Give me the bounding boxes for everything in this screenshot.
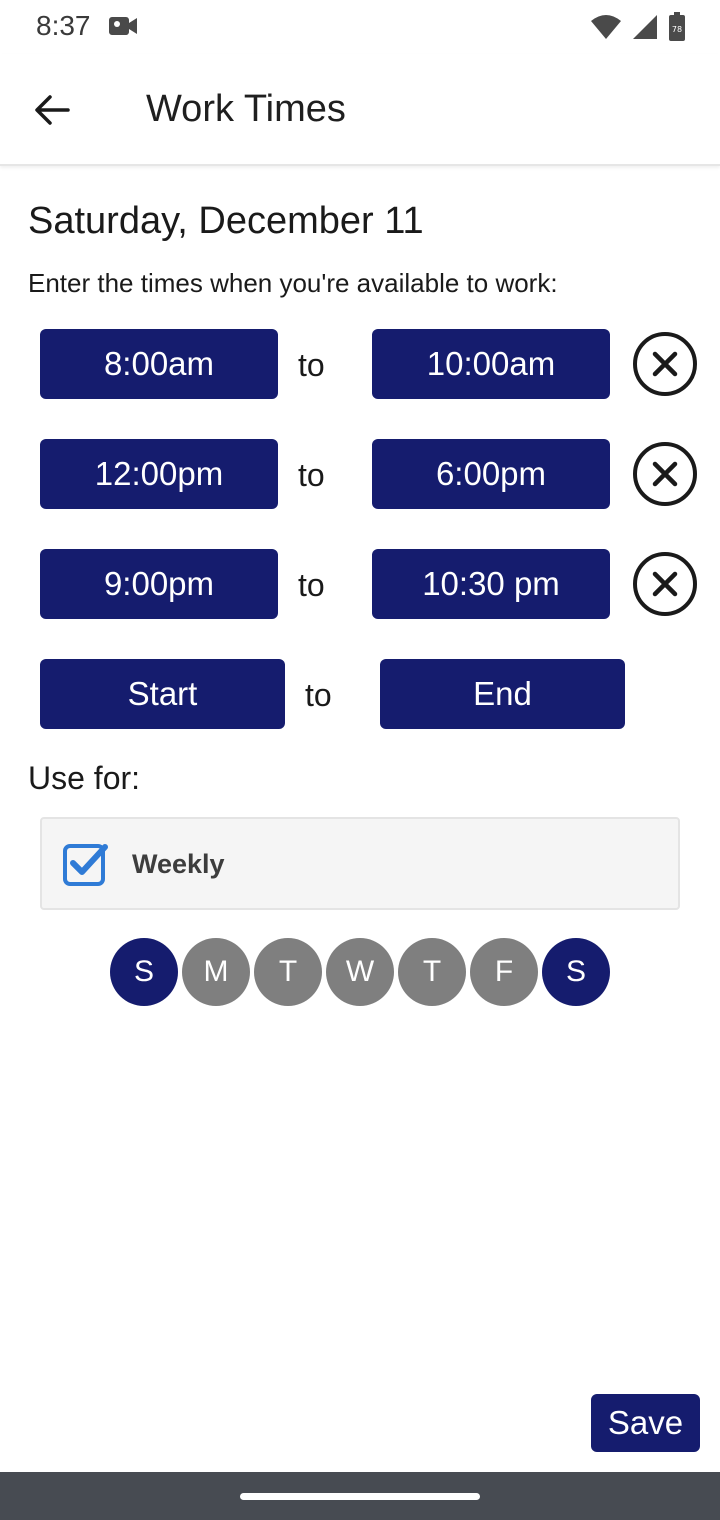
- start-time-button[interactable]: 12:00pm: [40, 439, 278, 509]
- weekly-checkbox[interactable]: [62, 841, 108, 887]
- app-bar: Work Times: [0, 54, 720, 166]
- start-time-button[interactable]: 9:00pm: [40, 549, 278, 619]
- new-range-row: Start to End: [0, 659, 720, 729]
- end-time-button[interactable]: 10:30 pm: [372, 549, 610, 619]
- start-time-button[interactable]: 8:00am: [40, 329, 278, 399]
- instructions-text: Enter the times when you're available to…: [28, 268, 558, 298]
- cell-signal-icon: [632, 14, 658, 45]
- new-end-button[interactable]: End: [380, 659, 625, 729]
- new-start-button[interactable]: Start: [40, 659, 285, 729]
- remove-range-button[interactable]: [632, 441, 698, 507]
- battery-icon: 78: [668, 12, 686, 47]
- day-friday[interactable]: F: [470, 938, 538, 1006]
- end-time-button[interactable]: 6:00pm: [372, 439, 610, 509]
- close-circle-icon: [633, 552, 697, 616]
- weekly-option[interactable]: Weekly: [40, 817, 680, 910]
- day-tuesday[interactable]: T: [254, 938, 322, 1006]
- remove-range-button[interactable]: [632, 551, 698, 617]
- video-camera-icon: [108, 14, 138, 43]
- status-bar: 8:37 78: [0, 0, 720, 54]
- date-heading: Saturday, December 11: [28, 200, 424, 242]
- day-saturday[interactable]: S: [542, 938, 610, 1006]
- to-label: to: [298, 457, 325, 493]
- checkbox-checked-icon: [63, 844, 108, 886]
- day-wednesday[interactable]: W: [326, 938, 394, 1006]
- wifi-icon: [590, 14, 622, 45]
- day-selector: S M T W T F S: [110, 938, 610, 1006]
- to-label: to: [298, 567, 325, 603]
- back-button[interactable]: [26, 84, 78, 136]
- day-thursday[interactable]: T: [398, 938, 466, 1006]
- page-title: Work Times: [146, 88, 346, 130]
- time-range-row: 12:00pm to 6:00pm: [0, 439, 720, 509]
- save-button[interactable]: Save: [591, 1394, 700, 1452]
- status-time: 8:37: [36, 10, 91, 41]
- to-label: to: [305, 677, 332, 713]
- time-range-row: 9:00pm to 10:30 pm: [0, 549, 720, 619]
- weekly-label: Weekly: [132, 849, 225, 879]
- navigation-bar: [0, 1472, 720, 1520]
- close-circle-icon: [633, 442, 697, 506]
- home-handle[interactable]: [240, 1493, 480, 1500]
- use-for-label: Use for:: [28, 760, 141, 796]
- remove-range-button[interactable]: [632, 331, 698, 397]
- battery-level: 78: [672, 25, 682, 34]
- arrow-left-icon: [35, 95, 70, 125]
- end-time-button[interactable]: 10:00am: [372, 329, 610, 399]
- day-sunday[interactable]: S: [110, 938, 178, 1006]
- to-label: to: [298, 347, 325, 383]
- close-circle-icon: [633, 332, 697, 396]
- day-monday[interactable]: M: [182, 938, 250, 1006]
- time-range-row: 8:00am to 10:00am: [0, 329, 720, 399]
